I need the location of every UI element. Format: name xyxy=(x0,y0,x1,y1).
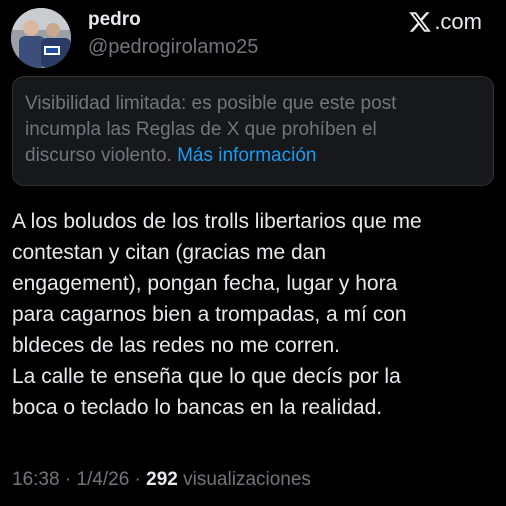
tweet-line: bldeces de las redes no me corren. xyxy=(12,334,341,357)
tweet-line: contestan y citan (gracias me dan xyxy=(12,241,326,264)
tweet-header: pedro @pedrogirolamo25 .com xyxy=(0,0,506,70)
notice-line: discurso violento. Más información xyxy=(25,143,481,169)
avatar[interactable] xyxy=(11,8,71,68)
author-name[interactable]: pedro xyxy=(88,9,141,31)
meta-separator: · xyxy=(64,469,72,490)
meta-separator: · xyxy=(134,469,141,490)
x-logo-icon xyxy=(409,12,432,32)
avatar-photo xyxy=(11,8,71,68)
tweet-line: boca o teclado lo bancas en la realidad. xyxy=(12,396,383,419)
more-info-link[interactable]: Más información xyxy=(177,145,316,166)
tweet-line: engagement), pongan fecha, lugar y hora xyxy=(12,272,398,295)
tweet-date[interactable]: 1/4/26 xyxy=(76,469,129,490)
views-count: 292 xyxy=(146,469,178,490)
views-label: visualizaciones xyxy=(183,469,311,490)
notice-line: Visibilidad limitada: es posible que est… xyxy=(25,93,397,114)
tweet-line: para cagarnos bien a trompadas, a mí con xyxy=(12,303,407,326)
author-handle[interactable]: @pedrogirolamo25 xyxy=(88,36,258,59)
notice-text: Visibilidad limitada: es posible que est… xyxy=(25,91,481,169)
tweet-line: La calle te enseña que lo que decís por … xyxy=(12,365,401,388)
notice-line-prefix: discurso violento. xyxy=(25,145,172,166)
tweet-line: A los boludos de los trolls libertarios … xyxy=(12,210,422,233)
tweet-meta: 16:38 · 1/4/26 · 292 visualizaciones xyxy=(12,469,311,491)
notice-line: incumpla las Reglas de X que prohíben el xyxy=(25,119,377,140)
tweet-text: A los boludos de los trolls libertarios … xyxy=(12,206,498,423)
limited-visibility-notice: Visibilidad limitada: es posible que est… xyxy=(12,76,494,186)
brand-text: .com xyxy=(434,9,482,34)
brand-logo: .com xyxy=(408,9,482,35)
tweet-time[interactable]: 16:38 xyxy=(12,469,60,490)
